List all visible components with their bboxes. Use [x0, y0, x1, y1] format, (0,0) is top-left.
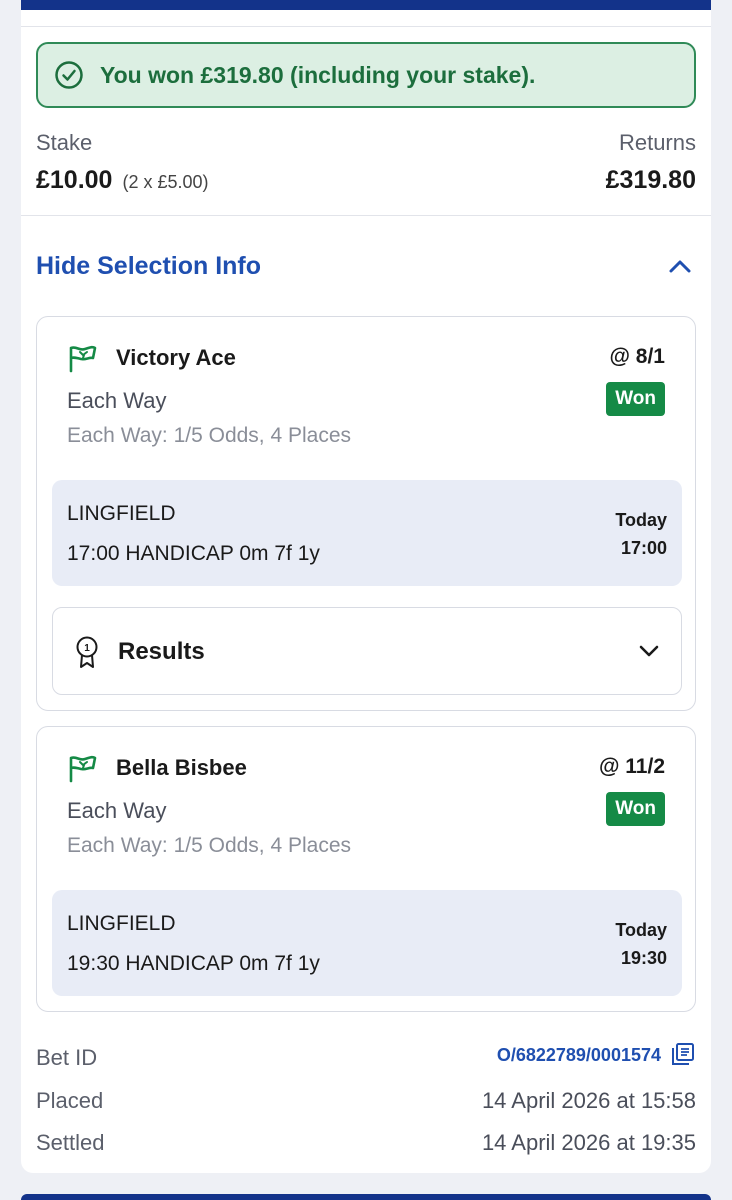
placed-label: Placed [36, 1088, 104, 1113]
race-venue: LINGFIELD [67, 912, 176, 935]
each-way-terms: Each Way: 1/5 Odds, 4 Places [67, 424, 352, 447]
check-circle-icon [55, 61, 83, 89]
market-type: Each Way [67, 798, 167, 823]
race-name: 19:30 HANDICAP 0m 7f 1y [67, 952, 320, 975]
results-label: Results [118, 638, 205, 665]
results-accordion[interactable]: 1 Results [52, 607, 682, 695]
divider [21, 26, 711, 27]
race-day: Today [615, 920, 667, 940]
race-time: 19:30 [620, 948, 667, 968]
returns-value: £319.80 [605, 166, 696, 194]
each-way-terms: Each Way: 1/5 Odds, 4 Places [67, 834, 352, 857]
horse-racing-icon [69, 345, 97, 373]
chevron-up-icon[interactable] [667, 256, 693, 278]
race-time: 17:00 [620, 538, 667, 558]
stake-row: £10.00 (2 x £5.00) [36, 166, 209, 195]
chevron-down-icon [639, 645, 659, 657]
race-info: LINGFIELD 17:00 HANDICAP 0m 7f 1y Today … [52, 480, 682, 586]
returns-label: Returns [618, 130, 696, 155]
settled-value: 14 April 2026 at 19:35 [481, 1130, 696, 1155]
footer-bar [21, 1194, 711, 1200]
bet-id-value[interactable]: O/6822789/0001574 [497, 1045, 661, 1066]
bet-id-label: Bet ID [36, 1045, 98, 1070]
bet-receipt-card: You won £319.80 (including your stake). … [21, 10, 711, 1173]
status-badge: Won [606, 382, 665, 416]
stake-value: £10.00 [36, 166, 113, 194]
selection-odds: @ 11/2 [598, 755, 665, 778]
win-banner: You won £319.80 (including your stake). [36, 42, 696, 108]
copy-icon[interactable] [670, 1041, 696, 1067]
stake-label: Stake [36, 130, 93, 155]
market-type: Each Way [67, 388, 167, 413]
selection-name: Bella Bisbee [116, 755, 247, 780]
win-message: You won £319.80 (including your stake). [100, 61, 536, 88]
race-venue: LINGFIELD [67, 502, 176, 525]
settled-label: Settled [36, 1130, 105, 1155]
rosette-icon: 1 [76, 636, 98, 668]
race-name: 17:00 HANDICAP 0m 7f 1y [67, 542, 320, 565]
svg-text:1: 1 [84, 643, 90, 654]
selection-card: Bella Bisbee @ 11/2 Won Each Way Each Wa… [36, 726, 696, 1012]
race-info: LINGFIELD 19:30 HANDICAP 0m 7f 1y Today … [52, 890, 682, 996]
selection-card: Victory Ace @ 8/1 Won Each Way Each Way:… [36, 316, 696, 711]
placed-value: 14 April 2026 at 15:58 [481, 1088, 696, 1113]
divider [21, 215, 711, 216]
selection-odds: @ 8/1 [609, 345, 665, 368]
race-day: Today [615, 510, 667, 530]
selection-name: Victory Ace [116, 345, 236, 370]
stake-detail: (2 x £5.00) [122, 172, 209, 192]
horse-racing-icon [69, 755, 97, 783]
status-badge: Won [606, 792, 665, 826]
hide-selection-info-link[interactable]: Hide Selection Info [36, 252, 261, 281]
header-bar [21, 0, 711, 10]
